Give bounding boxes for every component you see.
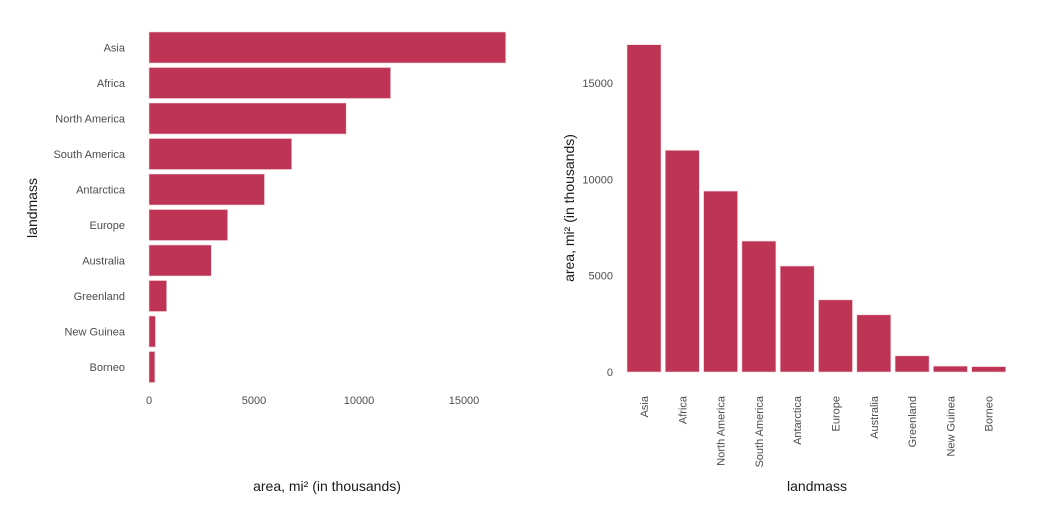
category-label-africa: Africa bbox=[97, 78, 126, 90]
category-label-north-america: North America bbox=[716, 395, 728, 466]
right-y-axis-title: area, mi² (in thousands) bbox=[561, 134, 577, 282]
left-x-tick-labels: 0 5000 10000 15000 bbox=[146, 395, 479, 407]
bar-north-america bbox=[148, 102, 347, 135]
category-label-borneo: Borneo bbox=[984, 396, 996, 431]
right-y-tick-labels: 0 5000 10000 15000 bbox=[582, 78, 613, 379]
category-label-africa: Africa bbox=[677, 395, 689, 424]
y-tick-label: 0 bbox=[607, 367, 613, 379]
left-category-labels: Asia Africa North America South America Anta… bbox=[53, 43, 125, 375]
category-label-australia: Australia bbox=[82, 256, 126, 268]
category-label-antarctica: Antarctica bbox=[76, 185, 126, 197]
bar-africa bbox=[148, 67, 391, 99]
category-label-australia: Australia bbox=[869, 395, 881, 439]
bar-greenland bbox=[148, 280, 167, 312]
bar-borneo bbox=[148, 351, 156, 383]
bar-antarctica bbox=[148, 173, 265, 206]
bar-africa bbox=[664, 150, 700, 373]
bar-new-guinea bbox=[933, 365, 968, 373]
x-tick-label: 5000 bbox=[242, 395, 266, 407]
bar-australia bbox=[148, 244, 212, 277]
x-tick-label: 15000 bbox=[449, 395, 480, 407]
category-label-europe: Europe bbox=[831, 396, 843, 431]
category-label-asia: Asia bbox=[104, 43, 126, 55]
category-label-new-guinea: New Guinea bbox=[945, 395, 957, 456]
category-label-south-america: South America bbox=[754, 395, 766, 467]
bar-south-america bbox=[741, 240, 777, 373]
bar-new-guinea bbox=[148, 315, 156, 348]
bar-europe bbox=[148, 209, 228, 241]
category-label-asia: Asia bbox=[639, 395, 651, 417]
bar-asia bbox=[626, 44, 662, 373]
bar-asia bbox=[148, 31, 507, 64]
left-y-axis-title: landmass bbox=[24, 178, 40, 238]
y-tick-label: 5000 bbox=[589, 271, 613, 283]
vertical-bar-chart: Asia Africa North America South America Anta… bbox=[561, 44, 1007, 494]
y-tick-label: 15000 bbox=[582, 78, 613, 90]
bar-greenland bbox=[894, 355, 930, 373]
bar-antarctica bbox=[779, 265, 815, 373]
bar-europe bbox=[818, 299, 853, 373]
right-category-labels: Asia Africa North America South America Anta… bbox=[639, 395, 996, 467]
bar-south-america bbox=[148, 138, 292, 170]
category-label-europe: Europe bbox=[90, 220, 125, 232]
y-tick-label: 10000 bbox=[582, 174, 613, 186]
x-tick-label: 0 bbox=[146, 395, 152, 407]
left-bars bbox=[148, 31, 507, 383]
category-label-north-america: North America bbox=[55, 114, 126, 126]
category-label-south-america: South America bbox=[53, 149, 125, 161]
category-label-antarctica: Antarctica bbox=[792, 395, 804, 445]
bar-north-america bbox=[703, 190, 738, 373]
x-tick-label: 10000 bbox=[344, 395, 375, 407]
bar-borneo bbox=[971, 366, 1007, 373]
bar-australia bbox=[856, 314, 892, 373]
left-x-axis-title: area, mi² (in thousands) bbox=[253, 478, 401, 494]
right-bars bbox=[626, 44, 1007, 373]
horizontal-bar-chart: Asia Africa North America South America Anta… bbox=[24, 31, 507, 494]
chart-canvas: Asia Africa North America South America Anta… bbox=[24, 31, 1007, 494]
category-label-borneo: Borneo bbox=[90, 362, 125, 374]
category-label-new-guinea: New Guinea bbox=[64, 327, 125, 339]
right-x-axis-title: landmass bbox=[787, 478, 847, 494]
category-label-greenland: Greenland bbox=[907, 396, 919, 447]
category-label-greenland: Greenland bbox=[74, 291, 125, 303]
